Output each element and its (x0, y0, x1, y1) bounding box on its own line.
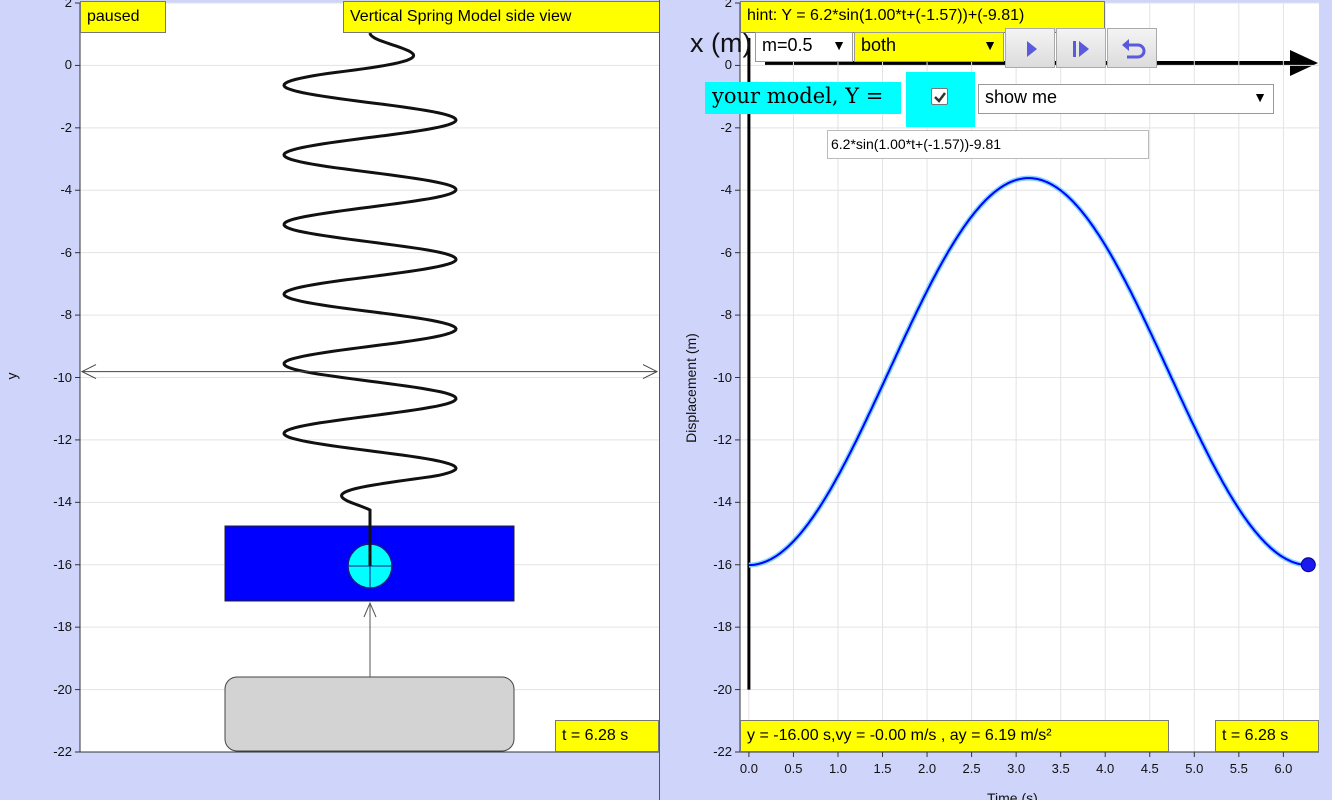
view-title-label: Vertical Spring Model side view (343, 1, 659, 33)
right-x-axis-label: Time (s) (987, 790, 1038, 800)
x-tick-label: 5.5 (1229, 761, 1248, 776)
platform (224, 676, 515, 752)
x-tick-label: 3.0 (1007, 761, 1026, 776)
view-select[interactable]: both ▼ (854, 32, 1004, 62)
y-tick-label: -4 (720, 182, 732, 198)
y-tick-label: -6 (720, 244, 732, 260)
y-tick-label: -2 (720, 119, 732, 135)
y-tick-label: -14 (53, 494, 72, 510)
y-tick-label: 0 (724, 57, 732, 73)
model-label: your model, Y = (712, 84, 884, 108)
chevron-down-icon: ▼ (832, 37, 846, 53)
right-time-readout: t = 6.28 s (1215, 720, 1319, 752)
x-tick-label: 4.0 (1096, 761, 1115, 776)
step-button[interactable] (1056, 28, 1106, 68)
y-tick-label: 2 (64, 0, 72, 10)
view-select-value: both (861, 35, 897, 55)
y-tick-label: -12 (53, 431, 72, 447)
chevron-down-icon: ▼ (1253, 89, 1267, 105)
x-tick-label: 2.0 (918, 761, 937, 776)
y-tick-label: -18 (53, 619, 72, 635)
x-tick-label: 3.5 (1051, 761, 1070, 776)
model-checkbox-cell (906, 72, 975, 127)
y-tick-label: -2 (60, 119, 72, 135)
spring-plot (75, 2, 659, 753)
current-point-marker (1300, 557, 1316, 573)
y-tick-label: -4 (60, 182, 72, 198)
status-label: paused (80, 1, 166, 33)
show-select[interactable]: show me ▼ (978, 84, 1274, 114)
chevron-down-icon: ▼ (983, 37, 997, 53)
y-tick-label: -14 (713, 494, 732, 510)
y-tick-label: 2 (724, 0, 732, 10)
checkbox-check-icon (934, 92, 946, 103)
displacement-chart (735, 2, 1319, 757)
y-tick-label: 0 (64, 57, 72, 73)
x-tick-label: 0.0 (739, 761, 758, 776)
y-tick-label: -10 (53, 369, 72, 385)
y-tick-label: -16 (713, 556, 732, 572)
state-readout: y = -16.00 s,vy = -0.00 m/s , ay = 6.19 … (740, 720, 1169, 752)
graph-panel: x (m) hint: Y = 6.2*sin(1.00*t+(-1.57))+… (660, 0, 1332, 800)
x-tick-label: 2.5 (962, 761, 981, 776)
spring-side-view-panel: paused Vertical Spring Model side view t… (0, 0, 660, 800)
step-icon (1073, 41, 1089, 57)
y-tick-label: -8 (720, 307, 732, 323)
x-tick-label: 1.5 (873, 761, 892, 776)
x-tick-label: 0.5 (784, 761, 803, 776)
reset-icon (1122, 39, 1146, 59)
y-tick-label: -18 (713, 619, 732, 635)
x-tick-label: 6.0 (1274, 761, 1293, 776)
y-tick-label: -8 (60, 307, 72, 323)
mass-select-value: m=0.5 (762, 35, 813, 55)
model-checkbox[interactable] (931, 88, 948, 105)
y-tick-label: -12 (713, 431, 732, 447)
y-tick-label: -16 (53, 556, 72, 572)
left-time-readout: t = 6.28 s (555, 720, 659, 752)
x-tick-label: 1.0 (828, 761, 848, 776)
y-tick-label: -20 (713, 681, 732, 697)
y-tick-label: -22 (53, 744, 72, 759)
play-icon (1027, 41, 1037, 57)
play-button[interactable] (1005, 28, 1055, 68)
x-tick-label: 4.5 (1140, 761, 1159, 776)
left-y-axis-label: y (3, 372, 20, 380)
y-tick-label: -22 (713, 744, 732, 759)
mass-select[interactable]: m=0.5 ▼ (755, 32, 853, 62)
model-formula-input[interactable]: 6.2*sin(1.00*t+(-1.57))-9.81 (827, 130, 1149, 159)
show-select-value: show me (985, 87, 1058, 107)
y-tick-label: -20 (53, 681, 72, 697)
y-tick-label: -6 (60, 244, 72, 260)
x-tick-label: 5.0 (1185, 761, 1204, 776)
y-tick-label: -10 (713, 369, 732, 385)
reset-button[interactable] (1107, 28, 1157, 68)
